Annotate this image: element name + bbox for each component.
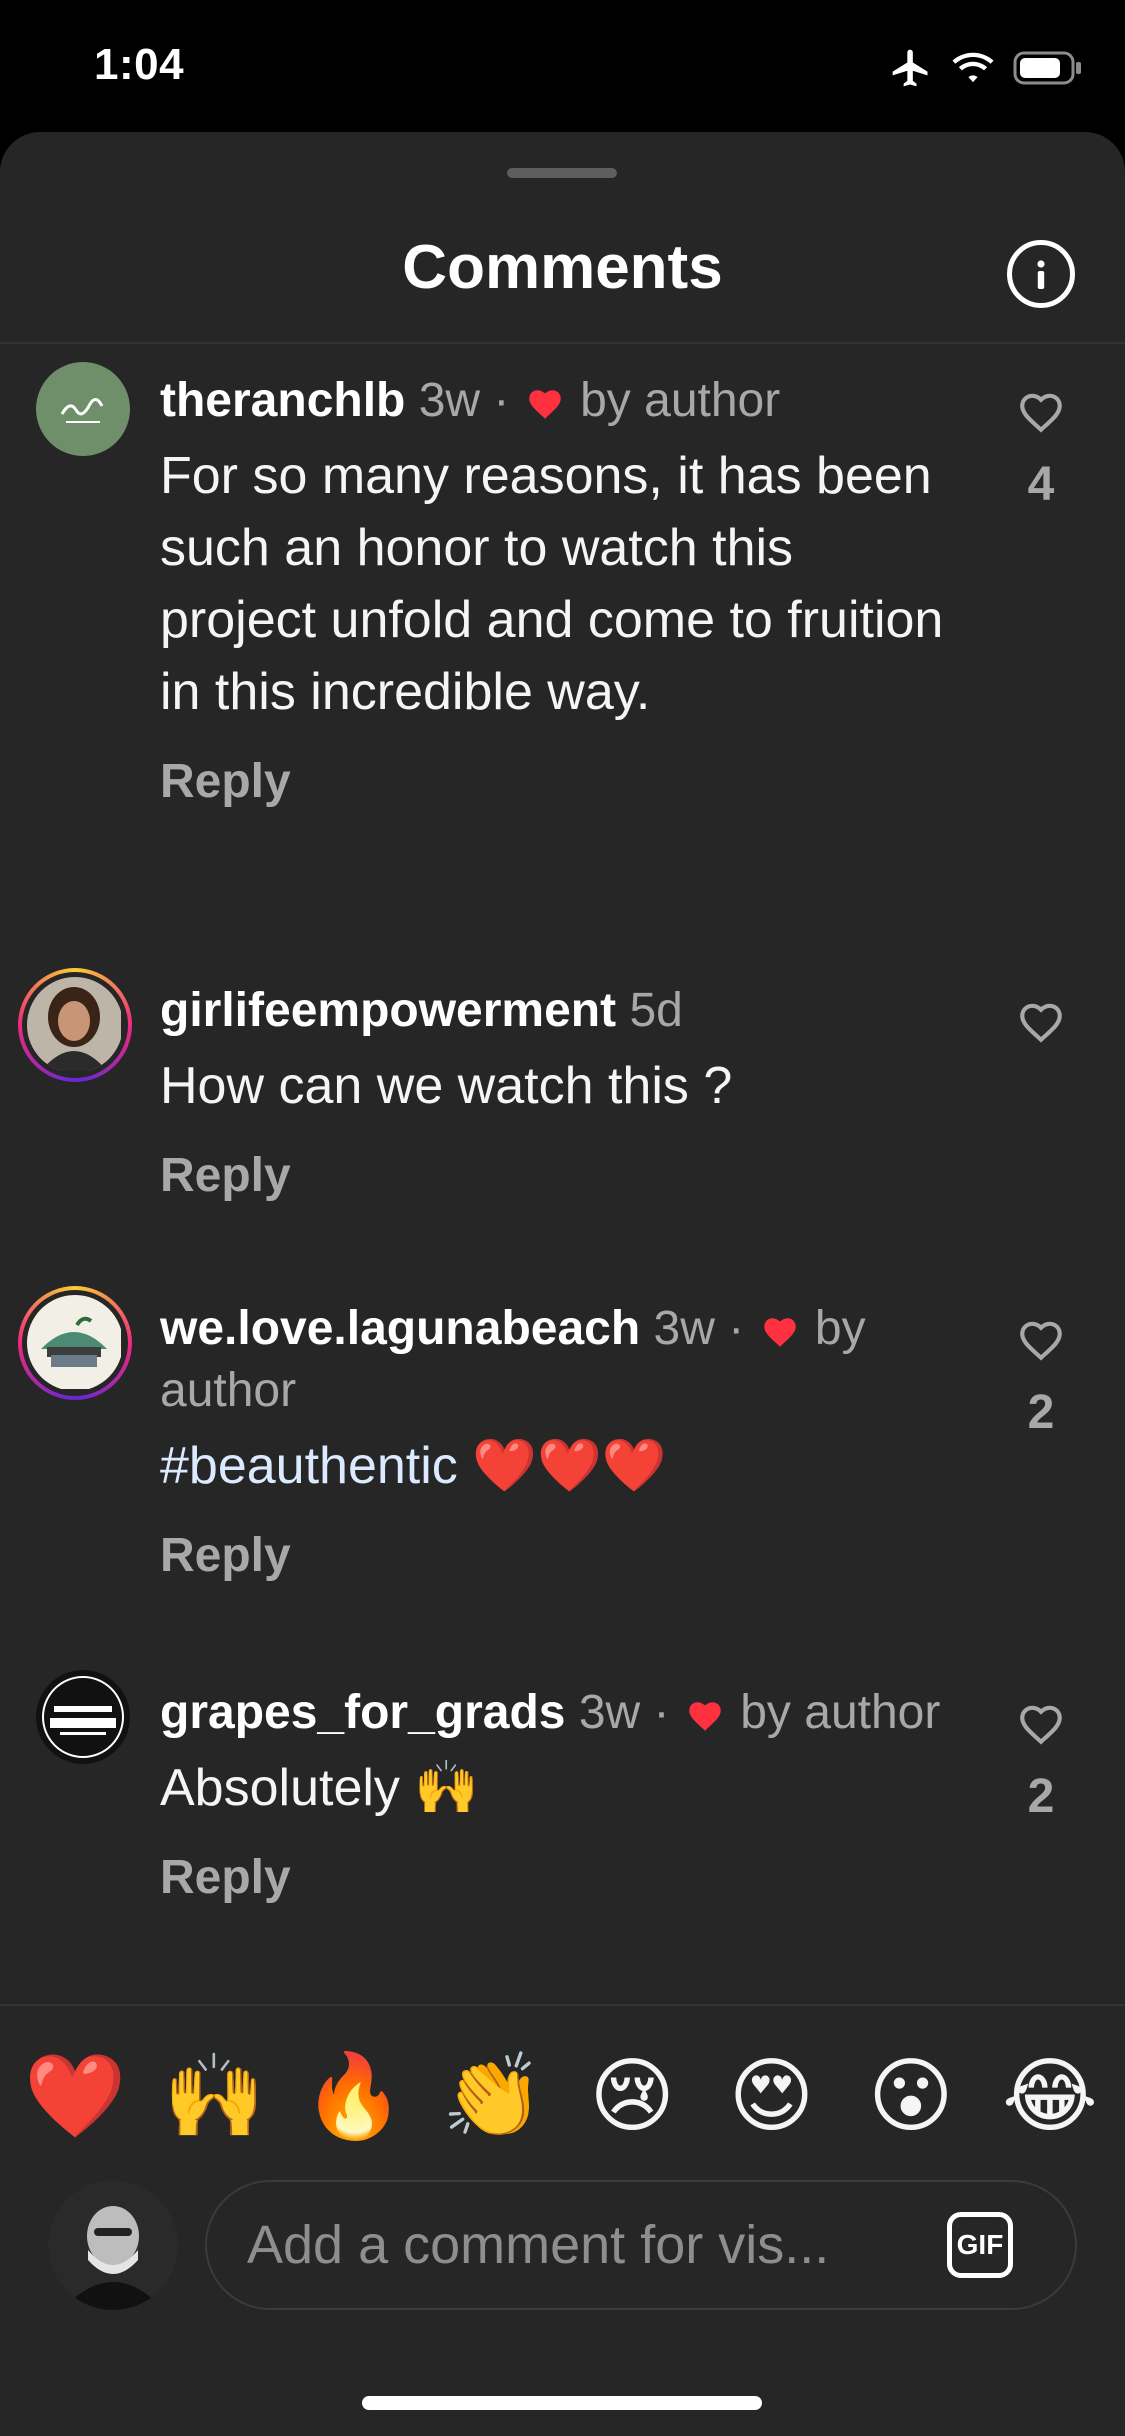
comment-body: grapes_for_grads 3w · by author Absolute… (160, 1682, 950, 1905)
like-column: 2 (1010, 1700, 1072, 1824)
liked-by-author-label: by author (580, 374, 781, 427)
emoji-laughing-button[interactable]: 😂 (995, 2042, 1105, 2152)
emoji-reaction-bar: ❤️ 🙌 🔥 👏 😢 😍 😮 😂 (20, 2042, 1105, 2152)
like-column (1010, 998, 1072, 1049)
comment-text: #beauthentic ❤️❤️❤️ (160, 1430, 950, 1502)
comment-time: 5d (629, 984, 683, 1037)
emoji-fire-button[interactable]: 🔥 (299, 2042, 409, 2152)
avatar[interactable] (36, 1670, 130, 1764)
comment-meta: theranchlb 3w · by author (160, 370, 950, 432)
comments-sheet: Comments theranchlb 3w · by author For s… (0, 132, 1125, 2436)
hashtag-link[interactable]: #beauthentic (160, 1437, 458, 1495)
like-heart-icon[interactable] (1016, 1316, 1066, 1362)
comment-meta: girlifeempowerment 5d (160, 980, 950, 1042)
comment-emoji: ❤️❤️❤️ (472, 1437, 667, 1495)
grapes-for-grads-logo (36, 1670, 130, 1764)
avatar[interactable] (18, 1286, 132, 1400)
like-column: 2 (1010, 1316, 1072, 1440)
comment-time: 3w (653, 1302, 715, 1355)
reply-button[interactable]: Reply (160, 1528, 291, 1583)
like-count: 2 (1027, 1770, 1055, 1823)
avatar[interactable] (18, 968, 132, 1082)
airplane-icon (892, 49, 928, 87)
comment-body: girlifeempowerment 5d How can we watch t… (160, 980, 950, 1203)
sheet-grabber[interactable] (507, 168, 617, 178)
comment-meta: grapes_for_grads 3w · by author (160, 1682, 950, 1744)
emoji-clapping-button[interactable]: 👏 (438, 2042, 548, 2152)
meta-separator: · (728, 1302, 745, 1355)
like-count: 4 (1027, 458, 1055, 511)
battery-icon (1013, 51, 1081, 85)
reply-button[interactable]: Reply (160, 1148, 291, 1203)
emoji-crying-button[interactable]: 😢 (577, 2042, 687, 2152)
emoji-red-heart-button[interactable]: ❤️ (20, 2042, 130, 2152)
current-user-avatar (48, 2180, 178, 2310)
comment-input-placeholder: Add a comment for vis... (247, 2215, 830, 2275)
gif-button[interactable]: GIF (947, 2212, 1013, 2278)
comment-time: 3w (578, 1686, 641, 1739)
meta-separator: · (493, 374, 510, 427)
reply-button[interactable]: Reply (160, 1850, 291, 1905)
author-liked-heart-icon (689, 1702, 721, 1732)
home-indicator (362, 2396, 762, 2410)
comment-username[interactable]: we.love.lagunabeach (160, 1302, 640, 1355)
comment-text: How can we watch this ? (160, 1057, 733, 1115)
comment-username[interactable]: girlifeempowerment (160, 984, 616, 1037)
meta-separator: · (653, 1686, 670, 1739)
comment-text: For so many reasons, it has been such an… (160, 447, 944, 721)
liked-by-author-label: by author (740, 1686, 941, 1739)
comment-input[interactable]: Add a comment for vis... GIF (205, 2180, 1077, 2310)
comment-meta: we.love.lagunabeach 3w · by author (160, 1298, 950, 1422)
page-title: Comments (402, 233, 723, 302)
like-heart-icon[interactable] (1016, 388, 1066, 434)
emoji-surprised-button[interactable]: 😮 (856, 2042, 966, 2152)
like-count: 2 (1027, 1386, 1055, 1439)
status-bar: 1:04 (0, 0, 1125, 132)
info-button[interactable] (1007, 240, 1075, 308)
status-time: 1:04 (94, 40, 185, 89)
composer-divider (0, 2004, 1125, 2006)
comment-username[interactable]: grapes_for_grads (160, 1686, 566, 1739)
author-liked-heart-icon (763, 1318, 796, 1348)
header-divider (0, 342, 1125, 344)
comment-body: we.love.lagunabeach 3w · by author #beau… (160, 1298, 950, 1583)
emoji-raising-hands-button[interactable]: 🙌 (159, 2042, 269, 2152)
comment-time: 3w (418, 374, 481, 427)
comment-username[interactable]: theranchlb (160, 374, 405, 427)
wifi-icon (952, 52, 994, 83)
author-liked-heart-icon (529, 390, 561, 420)
reply-button[interactable]: Reply (160, 754, 291, 809)
status-icons (889, 46, 1083, 90)
comment-body: theranchlb 3w · by author For so many re… (160, 370, 950, 809)
like-heart-icon[interactable] (1016, 998, 1066, 1044)
avatar[interactable] (36, 362, 130, 456)
info-icon (1037, 260, 1045, 289)
like-heart-icon[interactable] (1016, 1700, 1066, 1746)
like-column: 4 (1010, 388, 1072, 512)
comment-text: Absolutely 🙌 (160, 1759, 480, 1817)
emoji-heart-eyes-button[interactable]: 😍 (716, 2042, 826, 2152)
